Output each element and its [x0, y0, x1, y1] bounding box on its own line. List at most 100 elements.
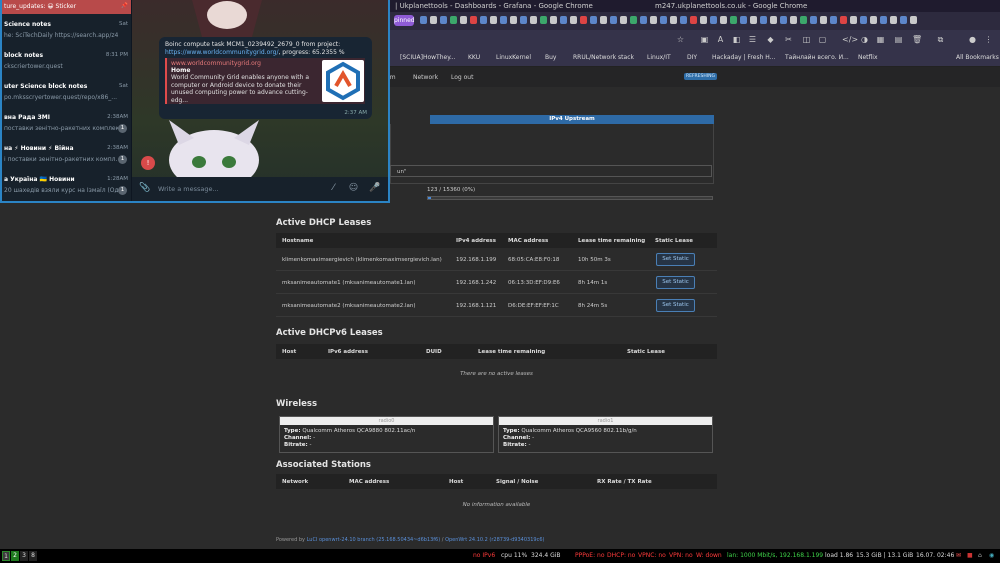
bookmark-item[interactable]: Тайнлайн всего. И...: [785, 54, 849, 61]
link-preview[interactable]: www.worldcommunitygrid.org Home World Co…: [165, 58, 365, 104]
code-icon[interactable]: </>: [842, 35, 858, 44]
tab-favicon[interactable]: [840, 16, 847, 24]
footer-luci-link[interactable]: LuCI openwrt-24.10 branch (25.168.50434~…: [307, 537, 441, 543]
tab-favicon[interactable]: [670, 16, 677, 24]
tab-favicon[interactable]: [750, 16, 757, 24]
list-item[interactable]: на ⚡ Новини ⚡ Війна і поставки зенітно-р…: [2, 141, 131, 171]
extension-icon[interactable]: ☰: [748, 35, 757, 44]
set-static-button[interactable]: Set Static: [656, 253, 695, 266]
tab-favicon[interactable]: [640, 16, 647, 24]
tab-favicon[interactable]: [650, 16, 657, 24]
list-item[interactable]: Science notes he: SciTechDaily https://s…: [2, 17, 131, 47]
tab-favicon[interactable]: [490, 16, 497, 24]
list-item[interactable]: uter Science block notes po.mksscryertow…: [2, 79, 131, 109]
bookmark-item[interactable]: LinuxKernel: [496, 54, 531, 61]
tab-favicon[interactable]: [710, 16, 717, 24]
tab-favicon[interactable]: [690, 16, 697, 24]
tab-favicon[interactable]: [820, 16, 827, 24]
menu-logout[interactable]: Log out: [451, 74, 473, 81]
extension-icon[interactable]: ◫: [802, 35, 811, 44]
kebab-menu-icon[interactable]: ⋮: [984, 35, 993, 44]
tab-favicon[interactable]: [560, 16, 567, 24]
bookmark-item[interactable]: Linux/IT: [647, 54, 671, 61]
tab-favicon[interactable]: [590, 16, 597, 24]
message-input[interactable]: Write a message...: [158, 185, 219, 193]
set-static-button[interactable]: Set Static: [656, 276, 695, 289]
tab-favicon[interactable]: [860, 16, 867, 24]
workspace-button[interactable]: 3: [20, 551, 28, 561]
tab-favicon[interactable]: [730, 16, 737, 24]
tab-favicon[interactable]: [520, 16, 527, 24]
bookmark-item[interactable]: KKU: [468, 54, 480, 61]
profile-avatar-icon[interactable]: ●: [968, 35, 977, 44]
emoji-icon[interactable]: ☺: [348, 183, 359, 194]
bookmark-item[interactable]: [SCIUA]HowThey...: [400, 54, 456, 61]
tab-favicon[interactable]: [720, 16, 727, 24]
tab-favicon[interactable]: [880, 16, 887, 24]
tab-favicon[interactable]: [780, 16, 787, 24]
set-static-button[interactable]: Set Static: [656, 299, 695, 312]
scissors-icon[interactable]: ✂: [784, 35, 793, 44]
tray-icon[interactable]: ■: [967, 552, 973, 559]
tab-favicon[interactable]: [630, 16, 637, 24]
tab-favicon[interactable]: [540, 16, 547, 24]
tab-favicon[interactable]: [530, 16, 537, 24]
attach-icon[interactable]: 📎: [139, 183, 150, 194]
tab-favicon[interactable]: [910, 16, 917, 24]
bookmark-item[interactable]: Netflix: [858, 54, 878, 61]
tab-favicon[interactable]: [460, 16, 467, 24]
tab-favicon[interactable]: [660, 16, 667, 24]
tab-favicon[interactable]: [870, 16, 877, 24]
tab-favicon[interactable]: [600, 16, 607, 24]
tab-favicon[interactable]: [500, 16, 507, 24]
tab-favicon[interactable]: [450, 16, 457, 24]
tab-favicon[interactable]: [420, 16, 427, 24]
tab-favicon[interactable]: [480, 16, 487, 24]
tab-favicon[interactable]: [900, 16, 907, 24]
tab-favicon[interactable]: [830, 16, 837, 24]
extension-icon[interactable]: ▤: [894, 35, 903, 44]
extension-icon[interactable]: ◑: [860, 35, 869, 44]
tab-favicon[interactable]: [810, 16, 817, 24]
tab-favicon[interactable]: [770, 16, 777, 24]
extension-icon[interactable]: ◧: [732, 35, 741, 44]
tab-favicon[interactable]: [700, 16, 707, 24]
list-item[interactable]: block notes ckscriertower.quest 8:31 PM: [2, 48, 131, 78]
tray-icon[interactable]: ✉: [956, 552, 961, 559]
commands-icon[interactable]: ⁄: [328, 183, 339, 194]
workspace-button[interactable]: 1: [2, 551, 10, 561]
menu-network[interactable]: Network: [413, 74, 438, 81]
refreshing-badge[interactable]: REFRESHING: [684, 73, 717, 80]
tray-icon[interactable]: ⌂: [978, 552, 982, 559]
bookmark-item[interactable]: Buy: [545, 54, 556, 61]
workspace-button[interactable]: 2: [11, 551, 19, 561]
tab-favicon[interactable]: [470, 16, 477, 24]
footer-openwrt-link[interactable]: OpenWrt 24.10.2 (r28739-d9340319c6): [445, 537, 544, 543]
tab-favicon[interactable]: [440, 16, 447, 24]
tab-favicon[interactable]: [580, 16, 587, 24]
tab-favicon[interactable]: [550, 16, 557, 24]
trash-icon[interactable]: 🗑: [912, 35, 922, 44]
extensions-puzzle-icon[interactable]: ⧉: [936, 35, 945, 44]
tab-favicon[interactable]: [430, 16, 437, 24]
tab-favicon[interactable]: [800, 16, 807, 24]
list-item[interactable]: а Україна 🇺🇦 Новини 20 шахедів взяли кур…: [2, 172, 131, 202]
list-item[interactable]: ture_updates: 😀 Sticker 📌: [2, 0, 131, 14]
tab-favicon[interactable]: [740, 16, 747, 24]
tab-favicon[interactable]: [850, 16, 857, 24]
tab-favicon[interactable]: [890, 16, 897, 24]
pinned-tab-group[interactable]: pinned: [394, 15, 415, 26]
tab-favicon[interactable]: [620, 16, 627, 24]
bookmark-item[interactable]: All Bookmarks: [956, 54, 999, 61]
bookmark-item[interactable]: Hackaday | Fresh H...: [712, 54, 775, 61]
bookmark-item[interactable]: DIY: [687, 54, 697, 61]
microphone-icon[interactable]: 🎤: [369, 183, 380, 194]
workspace-button[interactable]: 8: [29, 551, 37, 561]
translate-icon[interactable]: A: [716, 35, 725, 44]
tab-favicon[interactable]: [570, 16, 577, 24]
tab-favicon[interactable]: [680, 16, 687, 24]
tab-favicon[interactable]: [610, 16, 617, 24]
tab-favicon[interactable]: [760, 16, 767, 24]
message-link[interactable]: https://www.worldcommunitygrid.org/: [165, 49, 278, 56]
bookmark-item[interactable]: RRUL/Network stack: [573, 54, 634, 61]
